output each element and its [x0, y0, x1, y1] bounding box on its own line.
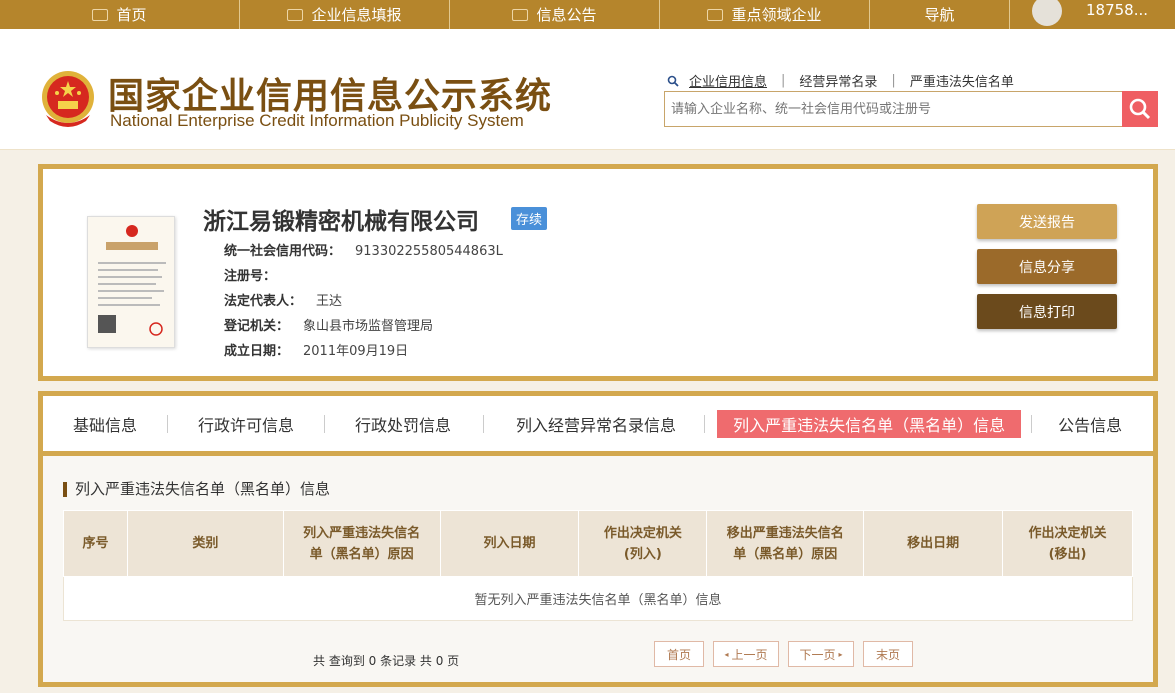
tab-divider: [324, 414, 326, 433]
tab-basic-info[interactable]: 基础信息: [57, 410, 153, 438]
tab-content: 列入严重违法失信名单（黑名单）信息 序号 类别 列入严重违法失信名单（黑名单）原…: [43, 456, 1153, 682]
column-header: 序号: [63, 510, 128, 577]
print-info-button[interactable]: 信息打印: [977, 294, 1117, 329]
tab-bar: 基础信息 行政许可信息 行政处罚信息 列入经营异常名录信息 列入严重违法失信名单…: [43, 396, 1153, 456]
info-label: 注册号：: [224, 269, 277, 284]
prev-page-label: 上一页: [731, 647, 768, 662]
search-icon: [667, 75, 679, 87]
info-label: 成立日期：: [224, 344, 290, 359]
tab-divider: [1031, 414, 1033, 433]
search-tab-blacklist[interactable]: 严重违法失信名单: [910, 71, 1014, 90]
info-label: 法定代表人：: [224, 294, 303, 309]
info-row-authority: 登记机关： 象山县市场监督管理局: [224, 315, 433, 334]
search-tab-separator: |: [891, 73, 896, 88]
share-info-button[interactable]: 信息分享: [977, 249, 1117, 284]
prev-page-button[interactable]: ◂ 上一页: [713, 641, 779, 667]
tab-announcement[interactable]: 公告信息: [1042, 410, 1138, 438]
column-header: 移出严重违法失信名单（黑名单）原因: [706, 510, 865, 577]
chevron-left-icon: ◂: [724, 649, 729, 659]
info-value: 91330225580544863L: [355, 244, 503, 259]
table-row: 暂无列入严重违法失信名单（黑名单）信息: [63, 576, 1133, 621]
speaker-icon: [707, 8, 724, 21]
blacklist-table: 序号 类别 列入严重违法失信名单（黑名单）原因 列入日期 作出决定机关(列入) …: [63, 510, 1133, 621]
send-report-button[interactable]: 发送报告: [977, 204, 1117, 239]
home-icon: [92, 8, 109, 21]
top-nav: 首页 企业信息填报 信息公告 重点领域企业 导航 18758...: [0, 0, 1175, 29]
tab-divider: [167, 414, 169, 433]
info-value: 象山县市场监督管理局: [303, 319, 434, 334]
nav-enterprise-report[interactable]: 企业信息填报: [240, 0, 450, 29]
info-row-founded: 成立日期： 2011年09月19日: [224, 340, 408, 359]
search-tab-abnormal[interactable]: 经营异常名录: [799, 71, 877, 90]
license-icon: [98, 225, 166, 336]
nav-home[interactable]: 首页: [0, 0, 240, 29]
search-tabs: 企业信用信息 | 经营异常名录 | 严重违法失信名单: [667, 71, 1014, 90]
column-header: 类别: [126, 510, 284, 577]
site-subtitle: National Enterprise Credit Information P…: [110, 111, 524, 130]
tab-abnormal-list[interactable]: 列入经营异常名录信息: [500, 410, 692, 438]
nav-announcement[interactable]: 信息公告: [450, 0, 660, 29]
info-label: 统一社会信用代码：: [224, 244, 342, 259]
search-button[interactable]: [1122, 91, 1158, 127]
header: 国家企业信用信息公示系统 National Enterprise Credit …: [0, 29, 1175, 150]
user-menu[interactable]: 18758...: [1010, 0, 1148, 29]
company-name: 浙江易锻精密机械有限公司: [203, 209, 479, 235]
tab-admin-license[interactable]: 行政许可信息: [182, 410, 310, 438]
next-page-button[interactable]: 下一页 ▸: [788, 641, 854, 667]
info-label: 登记机关：: [224, 319, 290, 334]
nav-key-sector[interactable]: 重点领域企业: [660, 0, 870, 29]
info-value: 王达: [316, 294, 343, 309]
section-title: 列入严重违法失信名单（黑名单）信息: [63, 482, 330, 497]
user-name: 18758...: [1086, 0, 1149, 19]
column-header: 列入严重违法失信名单（黑名单）原因: [282, 510, 441, 577]
chevron-right-icon: ▸: [838, 649, 843, 659]
column-header: 移出日期: [863, 510, 1004, 577]
last-page-button[interactable]: 末页: [863, 641, 913, 667]
table-header-row: 序号 类别 列入严重违法失信名单（黑名单）原因 列入日期 作出决定机关(列入) …: [63, 510, 1133, 577]
info-row-credit-code: 统一社会信用代码： 91330225580544863L: [224, 240, 503, 259]
nav-key-sector-label: 重点领域企业: [731, 6, 822, 24]
national-emblem-icon: [42, 71, 94, 127]
first-page-button[interactable]: 首页: [654, 641, 704, 667]
document-icon: [512, 8, 529, 21]
status-badge: 存续: [511, 207, 548, 230]
column-header: 作出决定机关(移出): [1002, 510, 1133, 577]
tab-blacklist[interactable]: 列入严重违法失信名单（黑名单）信息: [717, 409, 1022, 438]
search-input[interactable]: [665, 92, 1123, 126]
info-row-legal-rep: 法定代表人： 王达: [224, 290, 342, 309]
empty-message: 暂无列入严重违法失信名单（黑名单）信息: [63, 576, 1133, 621]
nav-enterprise-report-label: 企业信息填报: [311, 6, 402, 24]
nav-navigation[interactable]: 导航: [870, 0, 1010, 29]
column-header: 作出决定机关(列入): [578, 510, 708, 577]
search-icon: [1129, 98, 1151, 120]
info-row-reg-no: 注册号：: [224, 265, 290, 284]
search-tab-credit[interactable]: 企业信用信息: [689, 71, 767, 90]
search-tab-separator: |: [781, 73, 786, 88]
nav-announcement-label: 信息公告: [536, 6, 597, 24]
column-header: 列入日期: [439, 510, 580, 577]
business-license-image[interactable]: [87, 216, 175, 348]
tab-admin-penalty[interactable]: 行政处罚信息: [339, 410, 467, 438]
nav-navigation-label: 导航: [924, 6, 955, 24]
tab-divider: [704, 414, 706, 433]
info-value: 2011年09月19日: [303, 344, 409, 359]
edit-icon: [287, 8, 304, 21]
company-card: 浙江易锻精密机械有限公司 存续 统一社会信用代码： 913302255805448…: [38, 164, 1158, 381]
tab-divider: [483, 414, 485, 433]
detail-panel: 基础信息 行政许可信息 行政处罚信息 列入经营异常名录信息 列入严重违法失信名单…: [38, 391, 1158, 687]
nav-home-label: 首页: [116, 6, 147, 24]
pager-info: 共 查询到 0 条记录 共 0 页: [313, 654, 460, 668]
avatar: [1032, 0, 1062, 26]
search-box: [664, 91, 1124, 127]
next-page-label: 下一页: [799, 647, 836, 662]
